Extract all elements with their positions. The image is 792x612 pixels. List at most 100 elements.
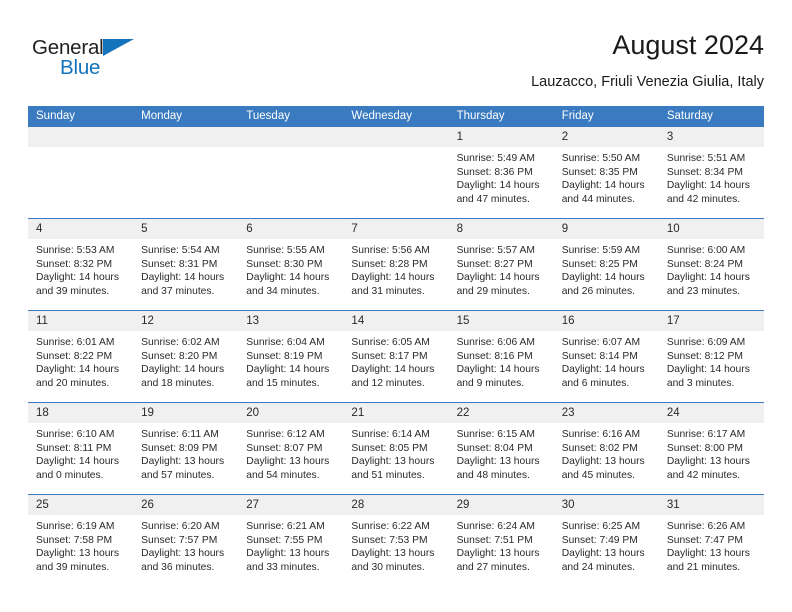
weekday-header-wednesday: Wednesday — [351, 110, 412, 122]
sunset-text: Sunset: 8:19 PM — [246, 350, 323, 362]
day-cell[interactable]: 22 Sunrise: 6:15 AM Sunset: 8:04 PM Dayl… — [448, 403, 554, 494]
day-cell[interactable]: 8 Sunrise: 5:57 AM Sunset: 8:27 PM Dayli… — [448, 219, 554, 310]
day-number: 15 — [448, 311, 554, 331]
day-cell[interactable]: 10 Sunrise: 6:00 AM Sunset: 8:24 PM Dayl… — [658, 219, 764, 310]
daylight-text: Daylight: 13 hours and 27 minutes. — [456, 548, 540, 573]
sunrise-text: Sunrise: 5:54 AM — [141, 245, 220, 256]
day-number: 31 — [658, 495, 764, 515]
day-cell[interactable]: 17 Sunrise: 6:09 AM Sunset: 8:12 PM Dayl… — [658, 311, 764, 402]
day-cell[interactable]: 4 Sunrise: 5:53 AM Sunset: 8:32 PM Dayli… — [28, 219, 134, 310]
day-cell[interactable]: 18 Sunrise: 6:10 AM Sunset: 8:11 PM Dayl… — [28, 403, 134, 494]
sunset-text: Sunset: 8:27 PM — [456, 258, 533, 270]
day-cell[interactable]: 27 Sunrise: 6:21 AM Sunset: 7:55 PM Dayl… — [238, 495, 344, 586]
weekday-header-sunday: Sunday — [36, 110, 76, 122]
day-number: 23 — [553, 403, 659, 423]
sunset-text: Sunset: 8:35 PM — [561, 166, 638, 178]
sunrise-text: Sunrise: 6:09 AM — [666, 337, 746, 348]
sunrise-text: Sunrise: 6:14 AM — [351, 429, 430, 440]
day-number: 19 — [133, 403, 239, 423]
day-cell[interactable]: 6 Sunrise: 5:55 AM Sunset: 8:30 PM Dayli… — [238, 219, 344, 310]
daylight-text: Daylight: 14 hours and 47 minutes. — [456, 180, 540, 205]
sunrise-text: Sunrise: 5:49 AM — [456, 153, 535, 164]
day-info: Sunrise: 6:17 AM Sunset: 8:00 PM Dayligh… — [659, 423, 764, 482]
sunrise-text: Sunrise: 6:19 AM — [36, 521, 115, 532]
day-cell[interactable]: 31 Sunrise: 6:26 AM Sunset: 7:47 PM Dayl… — [658, 495, 764, 586]
day-number: 16 — [553, 311, 659, 331]
day-cell[interactable]: 9 Sunrise: 5:59 AM Sunset: 8:25 PM Dayli… — [553, 219, 659, 310]
daylight-text: Daylight: 14 hours and 37 minutes. — [141, 272, 225, 297]
day-cell[interactable]: 25 Sunrise: 6:19 AM Sunset: 7:58 PM Dayl… — [28, 495, 134, 586]
day-cell[interactable]: 20 Sunrise: 6:12 AM Sunset: 8:07 PM Dayl… — [238, 403, 344, 494]
day-cell[interactable]: 24 Sunrise: 6:17 AM Sunset: 8:00 PM Dayl… — [658, 403, 764, 494]
day-info: Sunrise: 5:57 AM Sunset: 8:27 PM Dayligh… — [449, 239, 554, 298]
day-number: 9 — [553, 219, 659, 239]
day-cell — [343, 127, 449, 218]
day-cell — [238, 127, 344, 218]
daylight-text: Daylight: 14 hours and 29 minutes. — [456, 272, 540, 297]
day-number — [28, 127, 134, 147]
day-cell[interactable]: 2 Sunrise: 5:50 AM Sunset: 8:35 PM Dayli… — [553, 127, 659, 218]
sunrise-text: Sunrise: 6:01 AM — [36, 337, 115, 348]
sunset-text: Sunset: 8:28 PM — [351, 258, 428, 270]
day-cell[interactable]: 21 Sunrise: 6:14 AM Sunset: 8:05 PM Dayl… — [343, 403, 449, 494]
day-cell[interactable]: 26 Sunrise: 6:20 AM Sunset: 7:57 PM Dayl… — [133, 495, 239, 586]
day-cell[interactable]: 19 Sunrise: 6:11 AM Sunset: 8:09 PM Dayl… — [133, 403, 239, 494]
day-info: Sunrise: 6:16 AM Sunset: 8:02 PM Dayligh… — [554, 423, 659, 482]
general-blue-logo[interactable]: General Blue — [32, 36, 152, 84]
day-info: Sunrise: 5:54 AM Sunset: 8:31 PM Dayligh… — [133, 239, 238, 298]
sunrise-text: Sunrise: 6:11 AM — [141, 429, 219, 440]
day-cell[interactable]: 1 Sunrise: 5:49 AM Sunset: 8:36 PM Dayli… — [448, 127, 554, 218]
day-cell[interactable]: 29 Sunrise: 6:24 AM Sunset: 7:51 PM Dayl… — [448, 495, 554, 586]
day-cell[interactable]: 30 Sunrise: 6:25 AM Sunset: 7:49 PM Dayl… — [553, 495, 659, 586]
daylight-text: Daylight: 14 hours and 39 minutes. — [36, 272, 119, 297]
day-number: 17 — [658, 311, 764, 331]
day-number — [238, 127, 344, 147]
day-info: Sunrise: 6:26 AM Sunset: 7:47 PM Dayligh… — [659, 515, 764, 574]
weekday-header-thursday: Thursday — [456, 110, 505, 122]
daylight-text: Daylight: 14 hours and 34 minutes. — [246, 272, 330, 297]
day-cell[interactable]: 16 Sunrise: 6:07 AM Sunset: 8:14 PM Dayl… — [553, 311, 659, 402]
day-info: Sunrise: 5:50 AM Sunset: 8:35 PM Dayligh… — [554, 147, 659, 206]
day-info: Sunrise: 6:21 AM Sunset: 7:55 PM Dayligh… — [238, 515, 343, 574]
day-info: Sunrise: 6:24 AM Sunset: 7:51 PM Dayligh… — [449, 515, 554, 574]
day-info: Sunrise: 6:07 AM Sunset: 8:14 PM Dayligh… — [554, 331, 659, 390]
day-cell[interactable]: 12 Sunrise: 6:02 AM Sunset: 8:20 PM Dayl… — [133, 311, 239, 402]
sunset-text: Sunset: 7:47 PM — [666, 534, 743, 546]
sunrise-text: Sunrise: 6:15 AM — [456, 429, 535, 440]
daylight-text: Daylight: 13 hours and 42 minutes. — [666, 456, 750, 481]
day-info: Sunrise: 6:06 AM Sunset: 8:16 PM Dayligh… — [449, 331, 554, 390]
daylight-text: Daylight: 14 hours and 18 minutes. — [141, 364, 225, 389]
sunrise-text: Sunrise: 6:04 AM — [246, 337, 325, 348]
day-number: 25 — [28, 495, 134, 515]
daylight-text: Daylight: 13 hours and 51 minutes. — [351, 456, 435, 481]
daylight-text: Daylight: 14 hours and 26 minutes. — [561, 272, 645, 297]
day-number — [133, 127, 239, 147]
day-cell[interactable]: 13 Sunrise: 6:04 AM Sunset: 8:19 PM Dayl… — [238, 311, 344, 402]
day-info: Sunrise: 6:25 AM Sunset: 7:49 PM Dayligh… — [554, 515, 659, 574]
day-number: 26 — [133, 495, 239, 515]
day-cell[interactable]: 3 Sunrise: 5:51 AM Sunset: 8:34 PM Dayli… — [658, 127, 764, 218]
sunset-text: Sunset: 8:04 PM — [456, 442, 533, 454]
day-cell[interactable]: 5 Sunrise: 5:54 AM Sunset: 8:31 PM Dayli… — [133, 219, 239, 310]
day-cell[interactable]: 7 Sunrise: 5:56 AM Sunset: 8:28 PM Dayli… — [343, 219, 449, 310]
weekday-header-monday: Monday — [141, 110, 183, 122]
week-row: 18 Sunrise: 6:10 AM Sunset: 8:11 PM Dayl… — [28, 402, 764, 494]
sunrise-text: Sunrise: 5:55 AM — [246, 245, 325, 256]
week-row: 1 Sunrise: 5:49 AM Sunset: 8:36 PM Dayli… — [28, 127, 764, 218]
day-number: 28 — [343, 495, 449, 515]
day-number: 27 — [238, 495, 344, 515]
day-info: Sunrise: 6:14 AM Sunset: 8:05 PM Dayligh… — [343, 423, 448, 482]
day-info: Sunrise: 5:56 AM Sunset: 8:28 PM Dayligh… — [343, 239, 448, 298]
day-cell[interactable]: 14 Sunrise: 6:05 AM Sunset: 8:17 PM Dayl… — [343, 311, 449, 402]
day-cell[interactable]: 28 Sunrise: 6:22 AM Sunset: 7:53 PM Dayl… — [343, 495, 449, 586]
day-number: 11 — [28, 311, 134, 331]
daylight-text: Daylight: 14 hours and 42 minutes. — [666, 180, 750, 205]
sunset-text: Sunset: 7:49 PM — [561, 534, 638, 546]
day-cell[interactable]: 11 Sunrise: 6:01 AM Sunset: 8:22 PM Dayl… — [28, 311, 134, 402]
sunset-text: Sunset: 8:02 PM — [561, 442, 638, 454]
page-subtitle-location: Lauzacco, Friuli Venezia Giulia, Italy — [531, 74, 764, 90]
day-cell[interactable]: 23 Sunrise: 6:16 AM Sunset: 8:02 PM Dayl… — [553, 403, 659, 494]
day-cell[interactable]: 15 Sunrise: 6:06 AM Sunset: 8:16 PM Dayl… — [448, 311, 554, 402]
sunrise-text: Sunrise: 6:16 AM — [561, 429, 641, 440]
week-row: 4 Sunrise: 5:53 AM Sunset: 8:32 PM Dayli… — [28, 218, 764, 310]
